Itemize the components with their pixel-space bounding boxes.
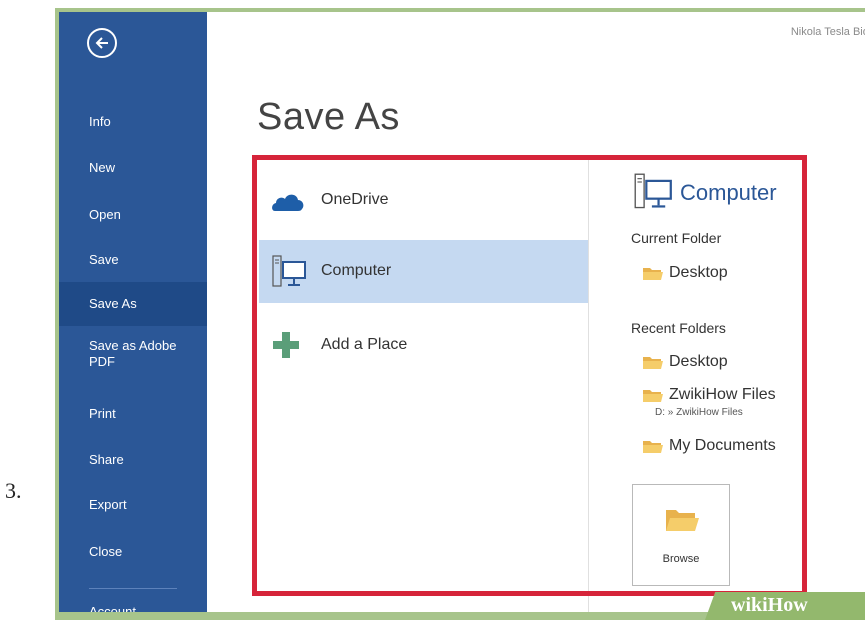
nav-close[interactable]: Close [59, 544, 207, 560]
nav-save-as-adobe-pdf[interactable]: Save as Adobe PDF [59, 338, 207, 370]
nav-share[interactable]: Share [59, 452, 207, 468]
nav-open[interactable]: Open [59, 207, 207, 223]
nav-print[interactable]: Print [59, 406, 207, 422]
page-title: Save As [257, 96, 400, 138]
backstage-view: Info New Open Save Save As Save as Adobe… [59, 12, 865, 612]
highlight-box [252, 155, 807, 596]
nav-export[interactable]: Export [59, 497, 207, 513]
nav-new[interactable]: New [59, 160, 207, 176]
back-arrow-icon [95, 37, 108, 49]
step-number: 3. [5, 478, 22, 503]
document-name: Nikola Tesla Biog [790, 26, 865, 38]
nav-save[interactable]: Save [59, 252, 207, 268]
nav-info[interactable]: Info [59, 114, 207, 130]
nav-account[interactable]: Account [59, 604, 207, 612]
backstage-sidebar: Info New Open Save Save As Save as Adobe… [59, 12, 207, 612]
back-button[interactable] [87, 28, 117, 58]
nav-save-as[interactable]: Save As [59, 282, 207, 326]
nav-divider [89, 588, 177, 589]
watermark-logo: wikiHow [731, 594, 808, 616]
screenshot-frame: Info New Open Save Save As Save as Adobe… [55, 8, 865, 620]
